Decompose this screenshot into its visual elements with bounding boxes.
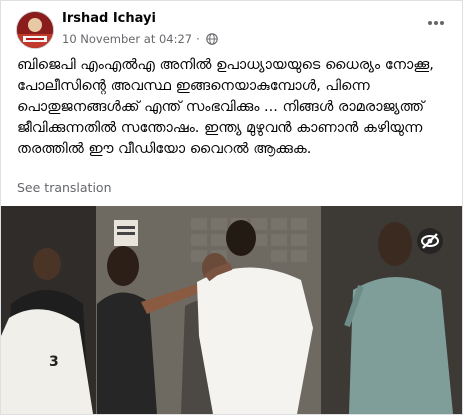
- meta-separator: ·: [196, 32, 200, 46]
- jersey-number: 3: [49, 354, 59, 370]
- post-card: Irshad Ichayi 10 November at 04:27 · ബിജ…: [0, 0, 463, 415]
- globe-icon: [206, 33, 218, 45]
- avatar[interactable]: [16, 11, 54, 49]
- post-header: Irshad Ichayi 10 November at 04:27 ·: [1, 1, 462, 59]
- author-name[interactable]: Irshad Ichayi: [62, 11, 156, 26]
- post-text: ബിജെപി എംഎൽഎ അനിൽ ഉപാധ്യായയുടെ ധൈര്യം നോ…: [17, 57, 439, 157]
- video-player[interactable]: 3: [1, 206, 462, 414]
- video-frame: 3: [1, 206, 462, 414]
- post-meta: 10 November at 04:27 ·: [62, 32, 218, 46]
- see-translation-link[interactable]: See translation: [17, 180, 112, 195]
- post-timestamp[interactable]: 10 November at 04:27: [62, 32, 192, 46]
- hidden-eye-icon[interactable]: [416, 227, 444, 255]
- more-options-icon[interactable]: [424, 13, 448, 33]
